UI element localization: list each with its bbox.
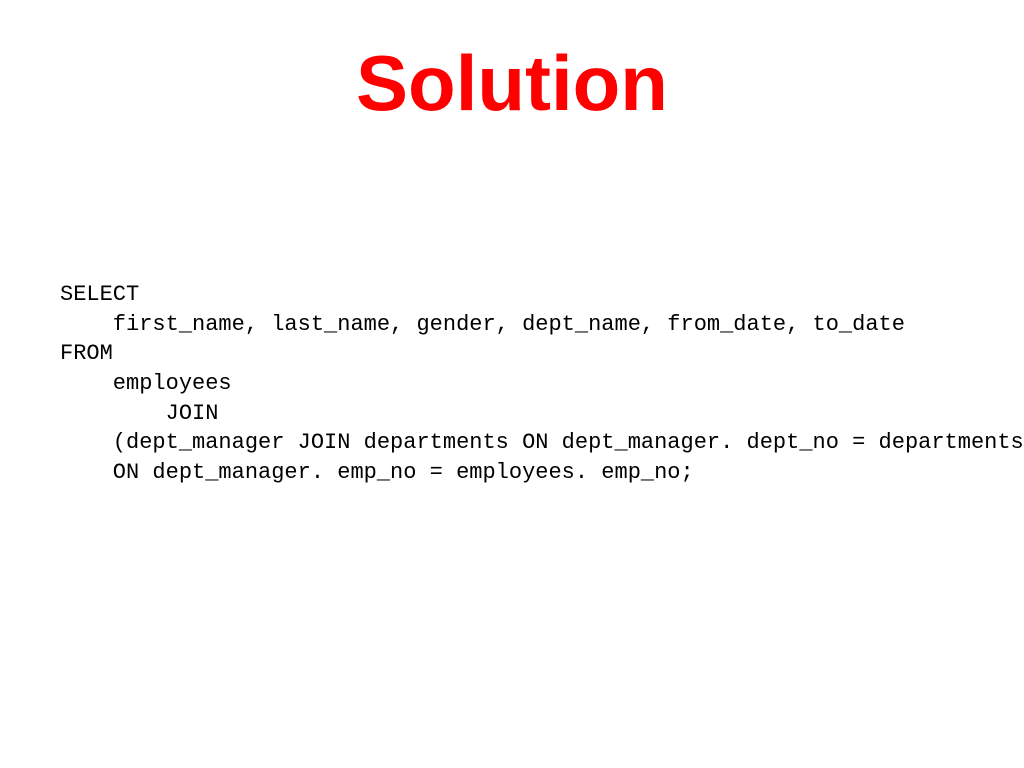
code-line-1: SELECT xyxy=(60,282,139,307)
sql-code-block: SELECT first_name, last_name, gender, de… xyxy=(60,280,1024,488)
code-line-7: ON dept_manager. emp_no = employees. emp… xyxy=(60,460,694,485)
code-line-3: FROM xyxy=(60,341,113,366)
code-line-4: employees xyxy=(60,371,232,396)
slide-title: Solution xyxy=(0,38,1024,129)
slide: Solution SELECT first_name, last_name, g… xyxy=(0,0,1024,768)
code-line-2: first_name, last_name, gender, dept_name… xyxy=(60,312,905,337)
code-line-5: JOIN xyxy=(60,401,218,426)
code-line-6: (dept_manager JOIN departments ON dept_m… xyxy=(60,430,1024,455)
